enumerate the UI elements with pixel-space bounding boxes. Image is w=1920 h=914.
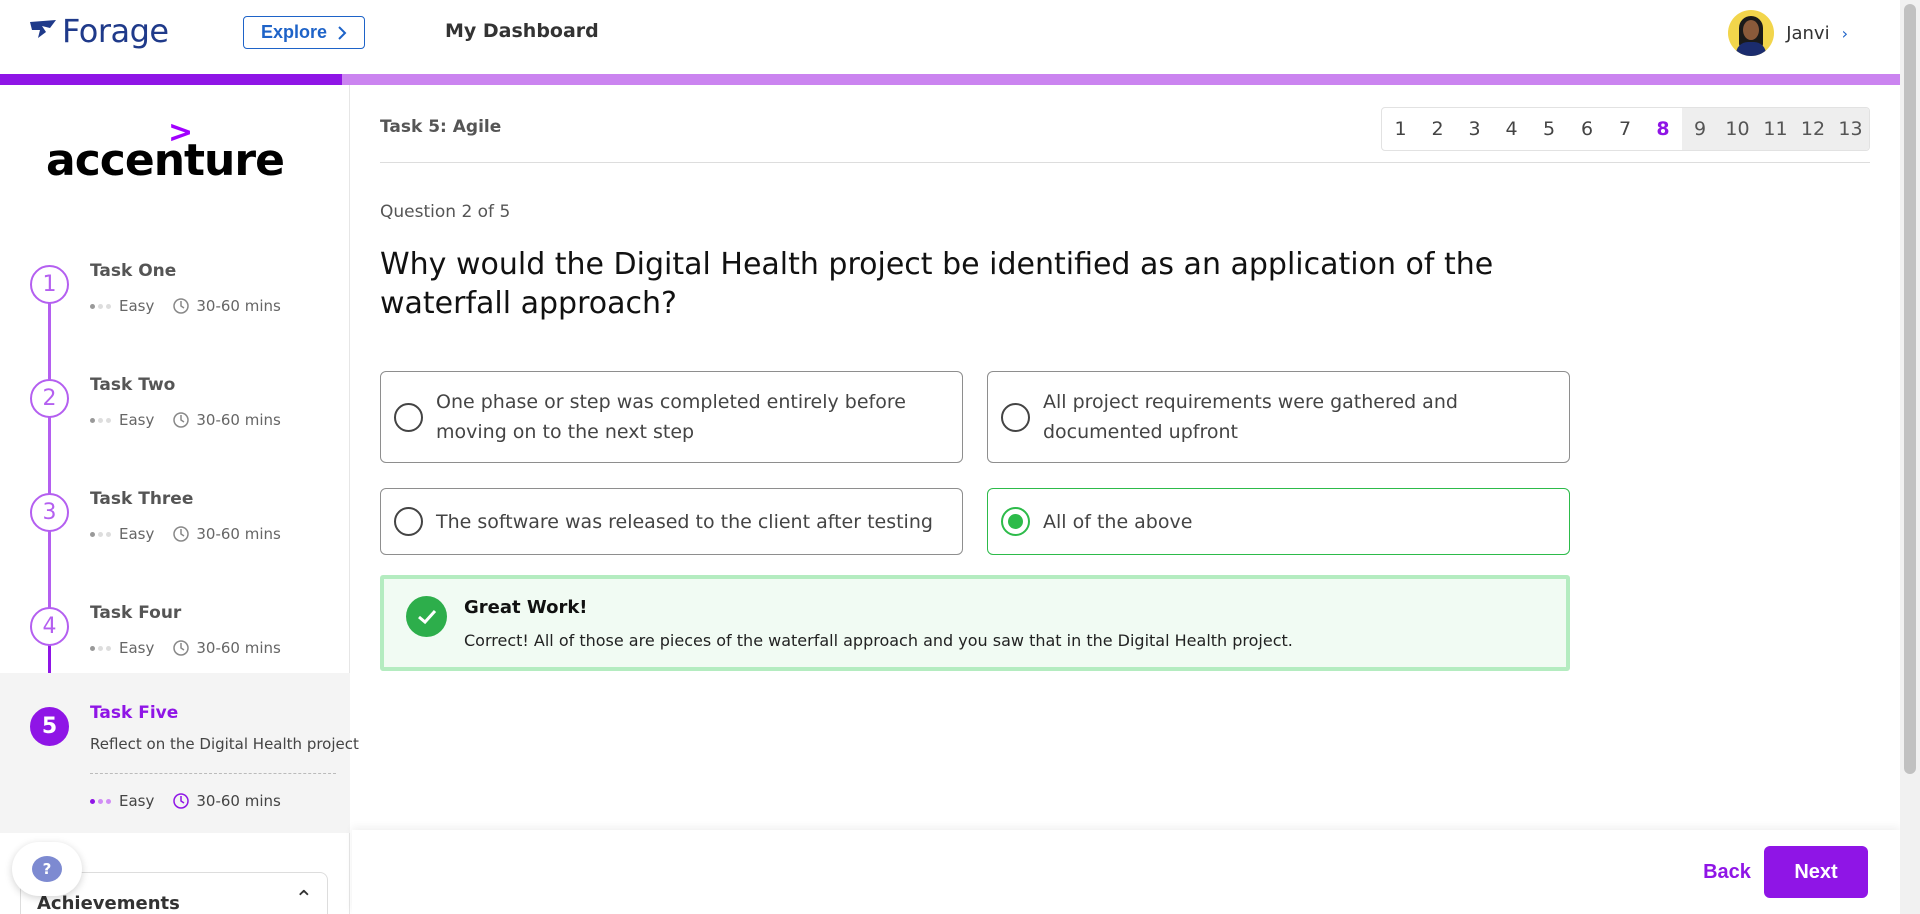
- chevron-right-icon: [338, 25, 347, 40]
- answer-option-2[interactable]: All project requirements were gathered a…: [987, 371, 1570, 463]
- answer-option-4-selected[interactable]: All of the above: [987, 488, 1570, 555]
- radio-button-checked[interactable]: [1001, 507, 1030, 536]
- sidebar-task-3[interactable]: 3 Task Three Easy 30-60 mins: [0, 473, 350, 587]
- pager-page-3[interactable]: 3: [1456, 108, 1493, 150]
- task-meta: Easy 30-60 mins: [90, 792, 281, 810]
- feedback-panel: Great Work! Correct! All of those are pi…: [380, 575, 1570, 671]
- divider: [90, 773, 336, 774]
- option-text: One phase or step was completed entirely…: [436, 391, 906, 443]
- pager-page-8-current[interactable]: 8: [1644, 108, 1682, 150]
- task-subtitle: Reflect on the Digital Health project: [90, 735, 359, 753]
- task-number: 1: [30, 265, 69, 304]
- task-sidebar: > accenture 1 Task One Easy 30-60 mins 2…: [0, 85, 359, 914]
- task-difficulty: Easy: [119, 297, 155, 315]
- task-meta: Easy 30-60 mins: [90, 297, 281, 315]
- next-button[interactable]: Next: [1764, 846, 1868, 898]
- scrollbar-thumb[interactable]: [1904, 4, 1916, 774]
- forage-bird-icon: [30, 20, 56, 38]
- task-meta: Easy 30-60 mins: [90, 525, 281, 543]
- task-heading: Task 5: Agile: [380, 117, 502, 137]
- user-name: Janvi: [1786, 22, 1830, 44]
- radio-button[interactable]: [394, 507, 423, 536]
- avatar: [1728, 10, 1775, 56]
- answer-option-1[interactable]: One phase or step was completed entirely…: [380, 371, 963, 463]
- task-number: 3: [30, 493, 69, 532]
- task-title: Task Two: [90, 375, 176, 395]
- pager-page-10[interactable]: 10: [1718, 108, 1757, 150]
- option-text: All of the above: [1043, 510, 1193, 533]
- divider: [380, 162, 1870, 163]
- task-difficulty: Easy: [119, 639, 155, 657]
- task-difficulty: Easy: [119, 411, 155, 429]
- course-progress-bar: [0, 74, 1900, 85]
- radio-button[interactable]: [394, 402, 423, 432]
- difficulty-dots-icon: [90, 531, 111, 537]
- my-dashboard-link[interactable]: My Dashboard: [445, 20, 599, 42]
- option-text: All project requirements were gathered a…: [1043, 391, 1458, 443]
- pager-page-6[interactable]: 6: [1568, 108, 1606, 150]
- chevron-up-icon: ⌃: [294, 887, 313, 912]
- difficulty-dots-icon: [90, 645, 111, 651]
- pager-page-2[interactable]: 2: [1419, 108, 1456, 150]
- clock-icon: [173, 298, 190, 314]
- feedback-text: Correct! All of those are pieces of the …: [464, 631, 1293, 650]
- task-duration: 30-60 mins: [196, 639, 281, 657]
- task-duration: 30-60 mins: [196, 525, 281, 543]
- question-counter: Question 2 of 5: [380, 202, 511, 222]
- page-scrollbar[interactable]: [1900, 0, 1920, 914]
- question-text: Why would the Digital Health project be …: [380, 247, 1494, 321]
- achievements-label: Achievements: [37, 893, 180, 914]
- back-button[interactable]: Back: [1687, 846, 1767, 898]
- sidebar-task-1[interactable]: 1 Task One Easy 30-60 mins: [0, 245, 350, 359]
- clock-icon: [173, 640, 190, 656]
- radio-button[interactable]: [1001, 402, 1030, 432]
- difficulty-dots-icon: [90, 417, 111, 423]
- task-title: Task Three: [90, 489, 194, 509]
- footer-bar: Back Next: [352, 830, 1900, 914]
- task-title: Task Four: [90, 603, 182, 623]
- task-number: 4: [30, 607, 69, 646]
- task-duration: 30-60 mins: [196, 411, 281, 429]
- task-duration: 30-60 mins: [196, 792, 281, 810]
- difficulty-dots-icon: [90, 798, 111, 804]
- pager-page-5[interactable]: 5: [1530, 108, 1568, 150]
- task-title: Task One: [90, 261, 177, 281]
- user-menu[interactable]: Janvi ›: [1728, 10, 1848, 56]
- top-navbar: Forage Explore My Dashboard Janvi ›: [0, 0, 1900, 74]
- course-progress-fill: [0, 74, 342, 85]
- sidebar-task-5[interactable]: 5 Task Five Reflect on the Digital Healt…: [0, 673, 359, 833]
- pager-page-11[interactable]: 11: [1757, 108, 1794, 150]
- clock-icon: [173, 793, 190, 809]
- sidebar-task-2[interactable]: 2 Task Two Easy 30-60 mins: [0, 359, 350, 473]
- pager-page-1[interactable]: 1: [1382, 108, 1419, 150]
- chevron-right-icon: ›: [1841, 23, 1848, 43]
- task-difficulty: Easy: [119, 792, 155, 810]
- option-text: The software was released to the client …: [436, 510, 933, 533]
- task-difficulty: Easy: [119, 525, 155, 543]
- clock-icon: [173, 412, 190, 428]
- clock-icon: [173, 526, 190, 542]
- answer-option-3[interactable]: The software was released to the client …: [380, 488, 963, 555]
- help-button[interactable]: ?: [12, 842, 82, 896]
- pager-page-12[interactable]: 12: [1794, 108, 1832, 150]
- task-meta: Easy 30-60 mins: [90, 411, 281, 429]
- explore-label: Explore: [260, 22, 328, 42]
- question-pager: 1 2 3 4 5 6 7 8 9 10 11 12 13: [1381, 107, 1870, 151]
- forage-logo[interactable]: Forage: [28, 12, 169, 50]
- task-meta: Easy 30-60 mins: [90, 639, 281, 657]
- help-icon: ?: [32, 856, 62, 882]
- task-number: 2: [30, 379, 69, 418]
- brand-name: Forage: [62, 12, 169, 50]
- feedback-title: Great Work!: [464, 597, 588, 618]
- task-number: 5: [30, 707, 69, 746]
- pager-page-7[interactable]: 7: [1606, 108, 1644, 150]
- task-title: Task Five: [90, 703, 179, 723]
- task-duration: 30-60 mins: [196, 297, 281, 315]
- pager-page-9[interactable]: 9: [1682, 108, 1718, 150]
- explore-button[interactable]: Explore: [243, 16, 365, 49]
- pager-page-13[interactable]: 13: [1832, 108, 1869, 150]
- difficulty-dots-icon: [90, 303, 111, 309]
- check-circle-icon: [406, 596, 447, 637]
- pager-page-4[interactable]: 4: [1493, 108, 1530, 150]
